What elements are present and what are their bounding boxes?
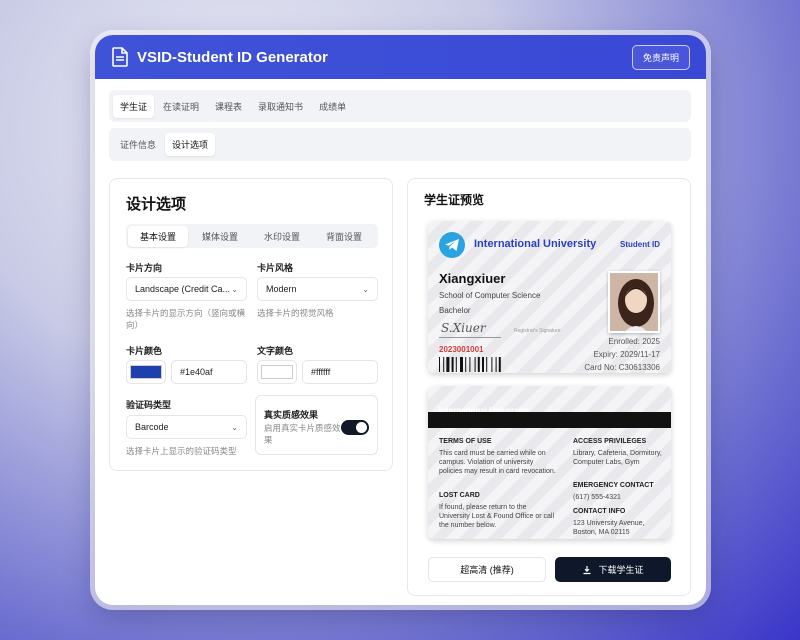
barcode xyxy=(439,357,501,372)
download-icon xyxy=(583,565,591,574)
barcode-bar xyxy=(474,357,476,372)
student-school: School of Computer Science xyxy=(439,291,541,300)
barcode-bar xyxy=(495,357,497,372)
barcode-bar xyxy=(469,357,471,372)
tab-basic-settings[interactable]: 基本设置 xyxy=(128,225,188,247)
design-title: 设计选项 xyxy=(126,196,187,213)
text-color-label: 文字颜色 xyxy=(257,346,294,356)
document-icon xyxy=(112,47,128,67)
code-type-hint: 选择卡片上显示的验证码类型 xyxy=(126,446,237,456)
telegram-logo-icon xyxy=(439,232,465,258)
tab-watermark-settings[interactable]: 水印设置 xyxy=(252,226,312,247)
code-type-label: 验证码类型 xyxy=(126,400,172,410)
tab-enrollment-cert[interactable]: 在读证明 xyxy=(156,95,206,118)
sub-tabs: 证件信息 设计选项 xyxy=(109,128,691,161)
portrait-image xyxy=(610,273,658,331)
download-label: 下载学生证 xyxy=(598,565,644,575)
tab-schedule[interactable]: 课程表 xyxy=(208,95,249,118)
card-color-label: 卡片颜色 xyxy=(126,346,163,356)
card-color-swatch xyxy=(130,365,162,379)
tab-transcript[interactable]: 成绩单 xyxy=(312,95,353,118)
design-options-panel: 设计选项 基本设置 媒体设置 水印设置 背面设置 卡片方向 Landscape … xyxy=(109,178,393,471)
expiry-date: Expiry: 2029/11-17 xyxy=(593,350,660,359)
student-photo xyxy=(608,271,660,333)
terms-text: This card must be carried while on campu… xyxy=(439,450,556,475)
access-text: Library, Cafeteria, Dormitory, Computer … xyxy=(573,450,662,466)
realistic-label: 真实质感效果 xyxy=(264,410,319,420)
card-color-picker[interactable] xyxy=(126,360,166,384)
tab-back-settings[interactable]: 背面设置 xyxy=(314,226,374,247)
orientation-label: 卡片方向 xyxy=(126,263,163,273)
chevron-down-icon: ⌄ xyxy=(231,284,238,294)
main-tabs: 学生证 在读证明 课程表 录取通知书 成绩单 xyxy=(109,90,691,122)
realistic-hint: 启用真实卡片质感效果 xyxy=(264,423,341,445)
app-title: VSID-Student ID Generator xyxy=(137,48,328,66)
tab-admission-letter[interactable]: 录取通知书 xyxy=(251,95,310,118)
style-value: Modern xyxy=(266,284,297,294)
disclaimer-button[interactable]: 免责声明 xyxy=(631,45,690,70)
hd-quality-button[interactable]: 超高清 (推荐) xyxy=(428,557,546,582)
lost-card-heading: LOST CARD xyxy=(439,492,480,499)
download-button[interactable]: 下载学生证 xyxy=(555,557,671,582)
terms-heading: TERMS OF USE xyxy=(439,438,492,445)
magnetic-stripe xyxy=(428,412,671,428)
realistic-effect-box: 真实质感效果 启用真实卡片质感效果 xyxy=(255,395,378,455)
student-number: 2023001001 xyxy=(439,345,484,354)
card-type-label: Student ID xyxy=(620,240,660,249)
id-card-front: International University Student ID Xian… xyxy=(428,221,671,373)
contact-text: 123 University Avenue, Boston, MA 02115 xyxy=(573,520,645,536)
access-heading: ACCESS PRIVILEGES xyxy=(573,438,647,445)
text-color-input[interactable]: #ffffff xyxy=(302,360,378,384)
text-color-swatch xyxy=(261,365,293,379)
signature: S.Xiuer xyxy=(441,321,486,335)
chevron-down-icon: ⌄ xyxy=(362,284,369,294)
style-label: 卡片风格 xyxy=(257,263,294,273)
lost-card-text: If found, please return to the Universit… xyxy=(439,504,555,529)
orientation-hint: 选择卡片的显示方向（竖向或横向） xyxy=(126,308,246,330)
card-number: Card No: C30613306 xyxy=(584,363,660,372)
tab-design-options[interactable]: 设计选项 xyxy=(165,133,216,156)
orientation-select[interactable]: Landscape (Credit Ca... ⌄ xyxy=(126,277,247,301)
barcode-bar xyxy=(443,357,445,372)
signature-line xyxy=(439,337,501,338)
barcode-bar xyxy=(465,357,467,372)
student-degree: Bachelor xyxy=(439,306,471,315)
realistic-toggle[interactable] xyxy=(341,420,369,435)
student-name: Xiangxiuer xyxy=(439,271,506,286)
barcode-bar xyxy=(498,357,501,372)
tab-card-info[interactable]: 证件信息 xyxy=(113,133,163,156)
card-color-input[interactable]: #1e40af xyxy=(171,360,247,384)
barcode-bar xyxy=(491,357,493,372)
title-bar: VSID-Student ID Generator 免责声明 xyxy=(95,35,706,79)
chevron-down-icon: ⌄ xyxy=(231,422,238,432)
toggle-knob xyxy=(356,422,367,433)
barcode-bar xyxy=(451,357,454,372)
emergency-text: (617) 555-4321 xyxy=(573,494,621,501)
code-type-select[interactable]: Barcode ⌄ xyxy=(126,415,247,439)
preview-panel: 学生证预览 International University Student I… xyxy=(407,178,691,596)
text-color-picker[interactable] xyxy=(257,360,297,384)
style-select[interactable]: Modern ⌄ xyxy=(257,277,378,301)
app-window: VSID-Student ID Generator 免责声明 学生证 在读证明 … xyxy=(95,35,706,605)
emergency-heading: EMERGENCY CONTACT xyxy=(573,482,654,489)
id-card-back: International University TERMS OF USE Th… xyxy=(428,386,671,539)
barcode-bar xyxy=(477,357,480,372)
tab-student-id[interactable]: 学生证 xyxy=(113,94,155,118)
code-type-value: Barcode xyxy=(135,422,169,432)
contact-heading: CONTACT INFO xyxy=(573,508,626,515)
barcode-bar xyxy=(439,357,440,372)
barcode-bar xyxy=(486,357,488,372)
tab-media-settings[interactable]: 媒体设置 xyxy=(190,226,250,247)
enrolled-year: Enrolled: 2025 xyxy=(608,337,660,346)
orientation-value: Landscape (Credit Ca... xyxy=(135,284,231,294)
preview-title: 学生证预览 xyxy=(424,193,485,207)
barcode-bar xyxy=(460,357,463,372)
style-hint: 选择卡片的视觉风格 xyxy=(257,308,334,318)
university-name: International University xyxy=(474,238,597,250)
barcode-bar xyxy=(482,357,484,372)
barcode-bar xyxy=(455,357,457,372)
barcode-bar xyxy=(446,357,450,372)
signature-caption: Registrar's Signature xyxy=(514,328,561,334)
design-tabs: 基本设置 媒体设置 水印设置 背面设置 xyxy=(126,224,378,248)
